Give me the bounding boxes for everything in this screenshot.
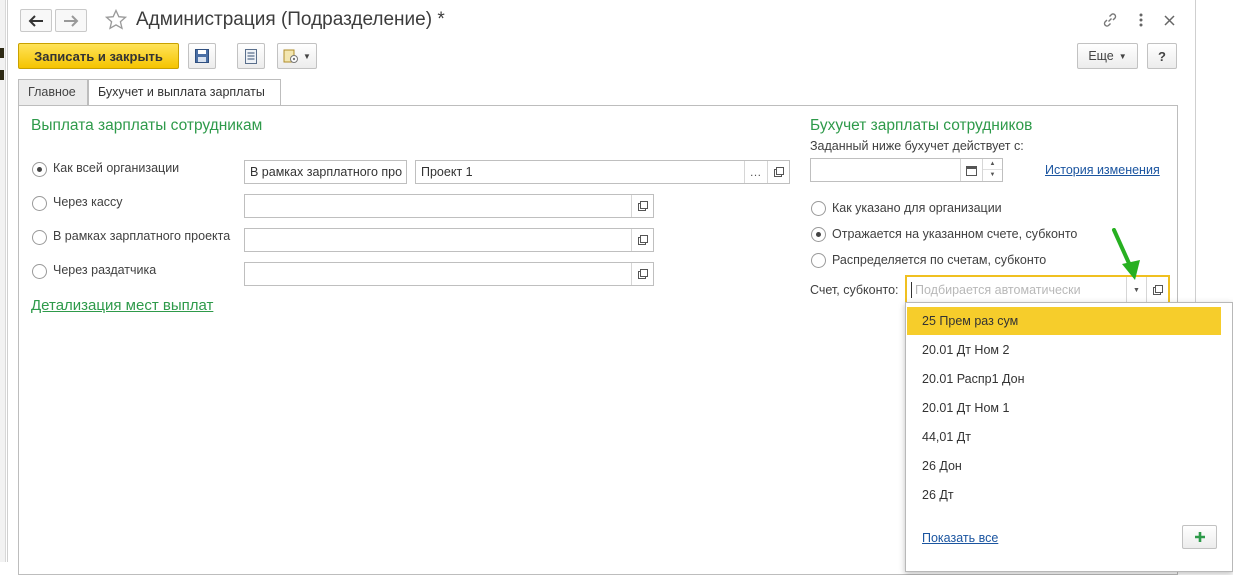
calendar-button[interactable] [960, 159, 982, 181]
forward-button[interactable] [55, 9, 87, 32]
open-window-icon [773, 167, 784, 177]
chain-link-icon [1103, 13, 1117, 27]
open-window-icon [637, 269, 648, 279]
salary-project-value: Проект 1 [421, 165, 473, 179]
dropdown-item[interactable]: 20.01 Дт Ном 1 [907, 394, 1221, 422]
radio-label-as-organization: Как всей организации [53, 161, 180, 175]
add-button[interactable] [1182, 525, 1217, 549]
more-button[interactable]: Еще ▼ [1077, 43, 1138, 69]
open-button[interactable] [1146, 277, 1168, 303]
dropdown-item[interactable]: 26 Дон [907, 452, 1221, 480]
open-button[interactable] [767, 161, 789, 183]
calendar-icon [966, 165, 977, 176]
back-button[interactable] [20, 9, 52, 32]
chevron-down-icon: ▼ [1118, 51, 1127, 61]
radio-distributed-accounts[interactable] [811, 253, 826, 268]
account-placeholder: Подбирается автоматически [915, 283, 1081, 297]
tab-accounting-payroll[interactable]: Бухучет и выплата зарплаты [88, 79, 281, 106]
dropdown-item[interactable]: 20.01 Дт Ном 2 [907, 336, 1221, 364]
distributor-field[interactable] [244, 262, 654, 286]
plus-icon [1194, 532, 1205, 542]
background-window-edge [0, 0, 6, 562]
effective-date-label: Заданный ниже бухучет действует с: [810, 139, 1024, 153]
star-icon [104, 8, 128, 30]
annotation-arrow-icon [1112, 228, 1140, 280]
vertical-dots-icon [1139, 13, 1143, 27]
salary-project-field[interactable]: Проект 1 … [415, 160, 790, 184]
radio-specified-account[interactable] [811, 227, 826, 242]
radio-distributor[interactable] [32, 264, 47, 279]
command-bar: Записать и закрыть ▼ Еще ▼ ? [8, 42, 1195, 72]
radio-as-organization[interactable] [32, 162, 47, 177]
link-button[interactable] [1101, 11, 1119, 29]
show-all-link[interactable]: Показать все [922, 531, 998, 545]
change-history-link[interactable]: История изменения [1045, 163, 1160, 177]
spin-up-icon[interactable]: ▲ [983, 159, 1002, 170]
floppy-disk-icon [195, 49, 209, 63]
document-list-icon [245, 48, 257, 64]
report-button[interactable] [237, 43, 265, 69]
document-gear-icon [283, 49, 299, 63]
open-window-icon [637, 201, 648, 211]
radio-label-distributor: Через раздатчика [53, 263, 157, 277]
window-title: Администрация (Подразделение) * [136, 9, 445, 30]
arrow-left-icon [28, 14, 43, 27]
account-dropdown-list: 25 Прем раз сум 20.01 Дт Ном 2 20.01 Рас… [905, 302, 1233, 572]
account-label: Счет, субконто: [810, 283, 899, 297]
favorite-button[interactable] [104, 8, 128, 32]
cash-desk-field[interactable] [244, 194, 654, 218]
radio-label-specified-account: Отражается на указанном счете, субконто [832, 227, 1078, 241]
org-payment-method-field[interactable]: В рамках зарплатного про [244, 160, 407, 184]
effective-date-field[interactable]: ▲ ▼ [810, 158, 1003, 182]
chevron-down-icon: ▼ [1133, 286, 1140, 294]
radio-label-as-organization-accounting: Как указано для организации [832, 201, 1002, 215]
tab-main[interactable]: Главное [18, 79, 88, 105]
spin-down-icon[interactable]: ▼ [983, 170, 1002, 181]
radio-cash-desk[interactable] [32, 196, 47, 211]
chevron-down-icon: ▼ [303, 51, 311, 61]
dropdown-item[interactable]: 44,01 Дт [907, 423, 1221, 451]
payment-details-link[interactable]: Детализация мест выплат [31, 297, 213, 314]
accounting-section-heading: Бухучет зарплаты сотрудников [810, 117, 1033, 134]
dropdown-item[interactable]: 20.01 Распр1 Дон [907, 365, 1221, 393]
open-window-icon [1152, 285, 1163, 295]
payment-section-heading: Выплата зарплаты сотрудникам [31, 117, 263, 134]
help-button[interactable]: ? [1147, 43, 1177, 69]
text-cursor [911, 282, 912, 298]
background-marker [0, 70, 4, 80]
title-bar: Администрация (Подразделение) * [8, 0, 1195, 40]
save-and-close-button[interactable]: Записать и закрыть [18, 43, 179, 69]
close-button[interactable] [1160, 11, 1178, 29]
create-based-on-button[interactable]: ▼ [277, 43, 317, 69]
arrow-right-icon [64, 14, 79, 27]
radio-label-cash-desk: Через кассу [53, 195, 123, 209]
background-marker [0, 48, 4, 58]
more-label: Еще [1088, 49, 1114, 63]
dropdown-item[interactable]: 26 Дт [907, 481, 1221, 509]
open-button[interactable] [631, 229, 653, 251]
select-button[interactable]: … [744, 161, 766, 183]
salary-project-select-field[interactable] [244, 228, 654, 252]
radio-as-organization-accounting[interactable] [811, 201, 826, 216]
radio-label-distributed-accounts: Распределяется по счетам, субконто [832, 253, 1047, 267]
open-button[interactable] [631, 263, 653, 285]
close-icon [1163, 14, 1175, 26]
menu-button[interactable] [1132, 11, 1150, 29]
date-spinner[interactable]: ▲ ▼ [982, 159, 1002, 181]
dropdown-item[interactable]: 25 Прем раз сум [907, 307, 1221, 335]
save-button[interactable] [188, 43, 216, 69]
open-window-icon [637, 235, 648, 245]
radio-salary-project[interactable] [32, 230, 47, 245]
open-button[interactable] [631, 195, 653, 217]
radio-label-salary-project: В рамках зарплатного проекта [53, 229, 231, 243]
